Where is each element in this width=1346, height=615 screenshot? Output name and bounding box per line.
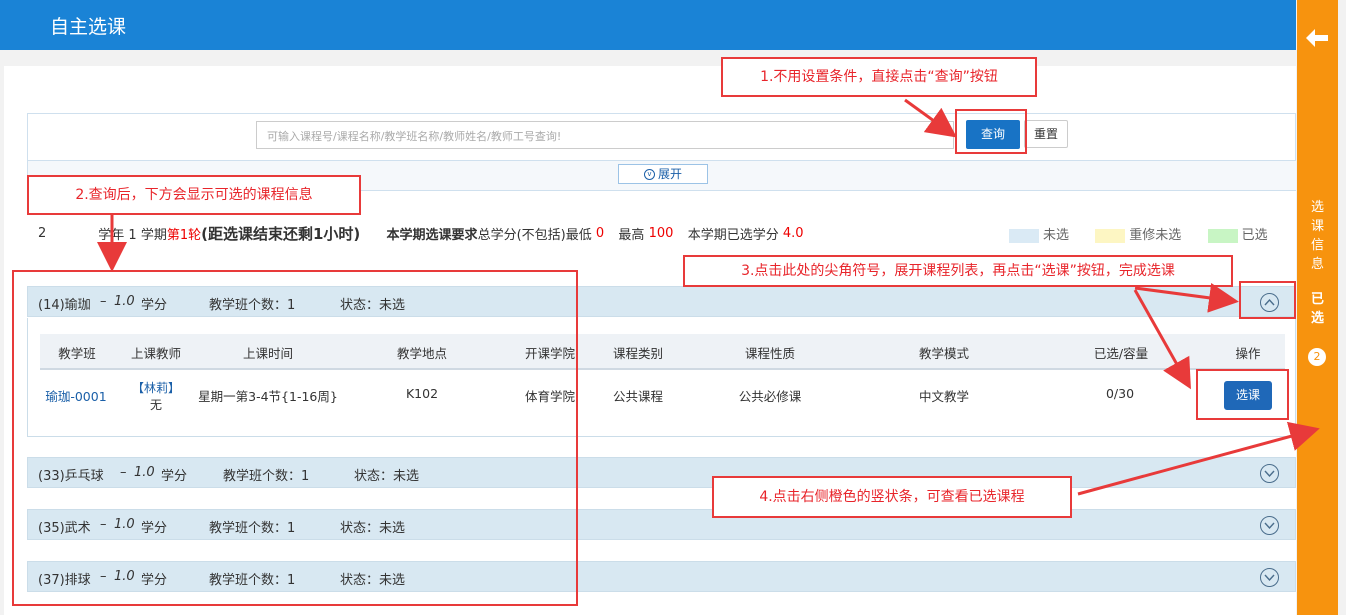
search-input[interactable]: 可输入课程号/课程名称/教学班名称/教师姓名/教师工号查询! bbox=[256, 121, 954, 149]
header-bar: 自主选课 bbox=[0, 0, 1296, 50]
min-credit: 0 bbox=[595, 226, 605, 241]
legend-swatch-unselected bbox=[1009, 228, 1039, 243]
window-edge bbox=[1338, 0, 1346, 615]
chevron-down-icon[interactable] bbox=[1260, 568, 1279, 587]
page-title: 自主选课 bbox=[50, 16, 127, 38]
selected-credit-label: 本学期已选学分 bbox=[687, 228, 779, 243]
legend-label: 重修未选 bbox=[1129, 228, 1182, 243]
sidebar-label-selected: 已选 bbox=[1311, 292, 1325, 326]
mode-cell: 中文教学 bbox=[918, 389, 969, 404]
reset-button[interactable]: 重置 bbox=[1024, 120, 1068, 148]
legend-swatch-retake bbox=[1095, 228, 1126, 243]
requirement-text: 总学分(不包括)最低 bbox=[477, 228, 592, 243]
round-label: 第1轮 bbox=[166, 228, 202, 243]
expand-filters-button[interactable]: v 展开 bbox=[618, 164, 708, 184]
selected-credit: 4.0 bbox=[782, 226, 804, 241]
column-header: 课程类别 bbox=[612, 346, 663, 361]
highlight-query-button bbox=[955, 109, 1027, 154]
highlight-chevron bbox=[1239, 281, 1296, 319]
column-header: 课程性质 bbox=[744, 346, 795, 361]
countdown-text: (距选课结束还剩1小时) bbox=[201, 225, 361, 243]
nature-cell: 公共必修课 bbox=[738, 389, 802, 404]
sidebar-label-info: 选课信息 bbox=[1311, 200, 1325, 272]
annotation-step-4: 4.点击右侧橙色的竖状条，可查看已选课程 bbox=[712, 476, 1072, 518]
annotation-step-2: 2.查询后，下方会显示可选的课程信息 bbox=[27, 175, 361, 215]
max-credit: 100 bbox=[648, 226, 674, 241]
chevron-down-icon[interactable] bbox=[1260, 516, 1279, 535]
annotation-step-1: 1.不用设置条件，直接点击“查询”按钮 bbox=[721, 57, 1037, 97]
term-text: 学年 1 学期 bbox=[98, 228, 167, 243]
category-cell: 公共课程 bbox=[612, 389, 663, 404]
annotation-step-3: 3.点击此处的尖角符号，展开课程列表，再点击“选课”按钮，完成选课 bbox=[683, 255, 1233, 287]
term-prefix: 2 bbox=[38, 226, 47, 241]
selected-count-badge: 2 bbox=[1308, 348, 1326, 366]
selected-courses-sidebar[interactable]: 选课信息 已选 bbox=[1297, 0, 1338, 615]
column-header: 教学模式 bbox=[918, 346, 969, 361]
column-header: 操作 bbox=[1235, 346, 1261, 361]
legend-label: 已选 bbox=[1241, 228, 1268, 243]
chevron-down-icon: v bbox=[643, 169, 655, 180]
chevron-down-icon[interactable] bbox=[1260, 464, 1279, 483]
legend: 未选 重修未选 已选 bbox=[1009, 224, 1268, 243]
legend-swatch-selected bbox=[1207, 228, 1238, 243]
requirement-label: 本学期选课要求 bbox=[386, 228, 478, 243]
capacity-cell: 0/30 bbox=[1105, 386, 1135, 401]
legend-label: 未选 bbox=[1043, 228, 1070, 243]
highlight-course-list bbox=[12, 270, 578, 606]
arrow-left-icon[interactable] bbox=[1306, 29, 1328, 47]
column-header: 已选/容量 bbox=[1093, 346, 1149, 361]
highlight-select-button bbox=[1196, 369, 1289, 420]
expand-label: 展开 bbox=[657, 167, 682, 181]
max-label: 最高 bbox=[618, 228, 645, 243]
